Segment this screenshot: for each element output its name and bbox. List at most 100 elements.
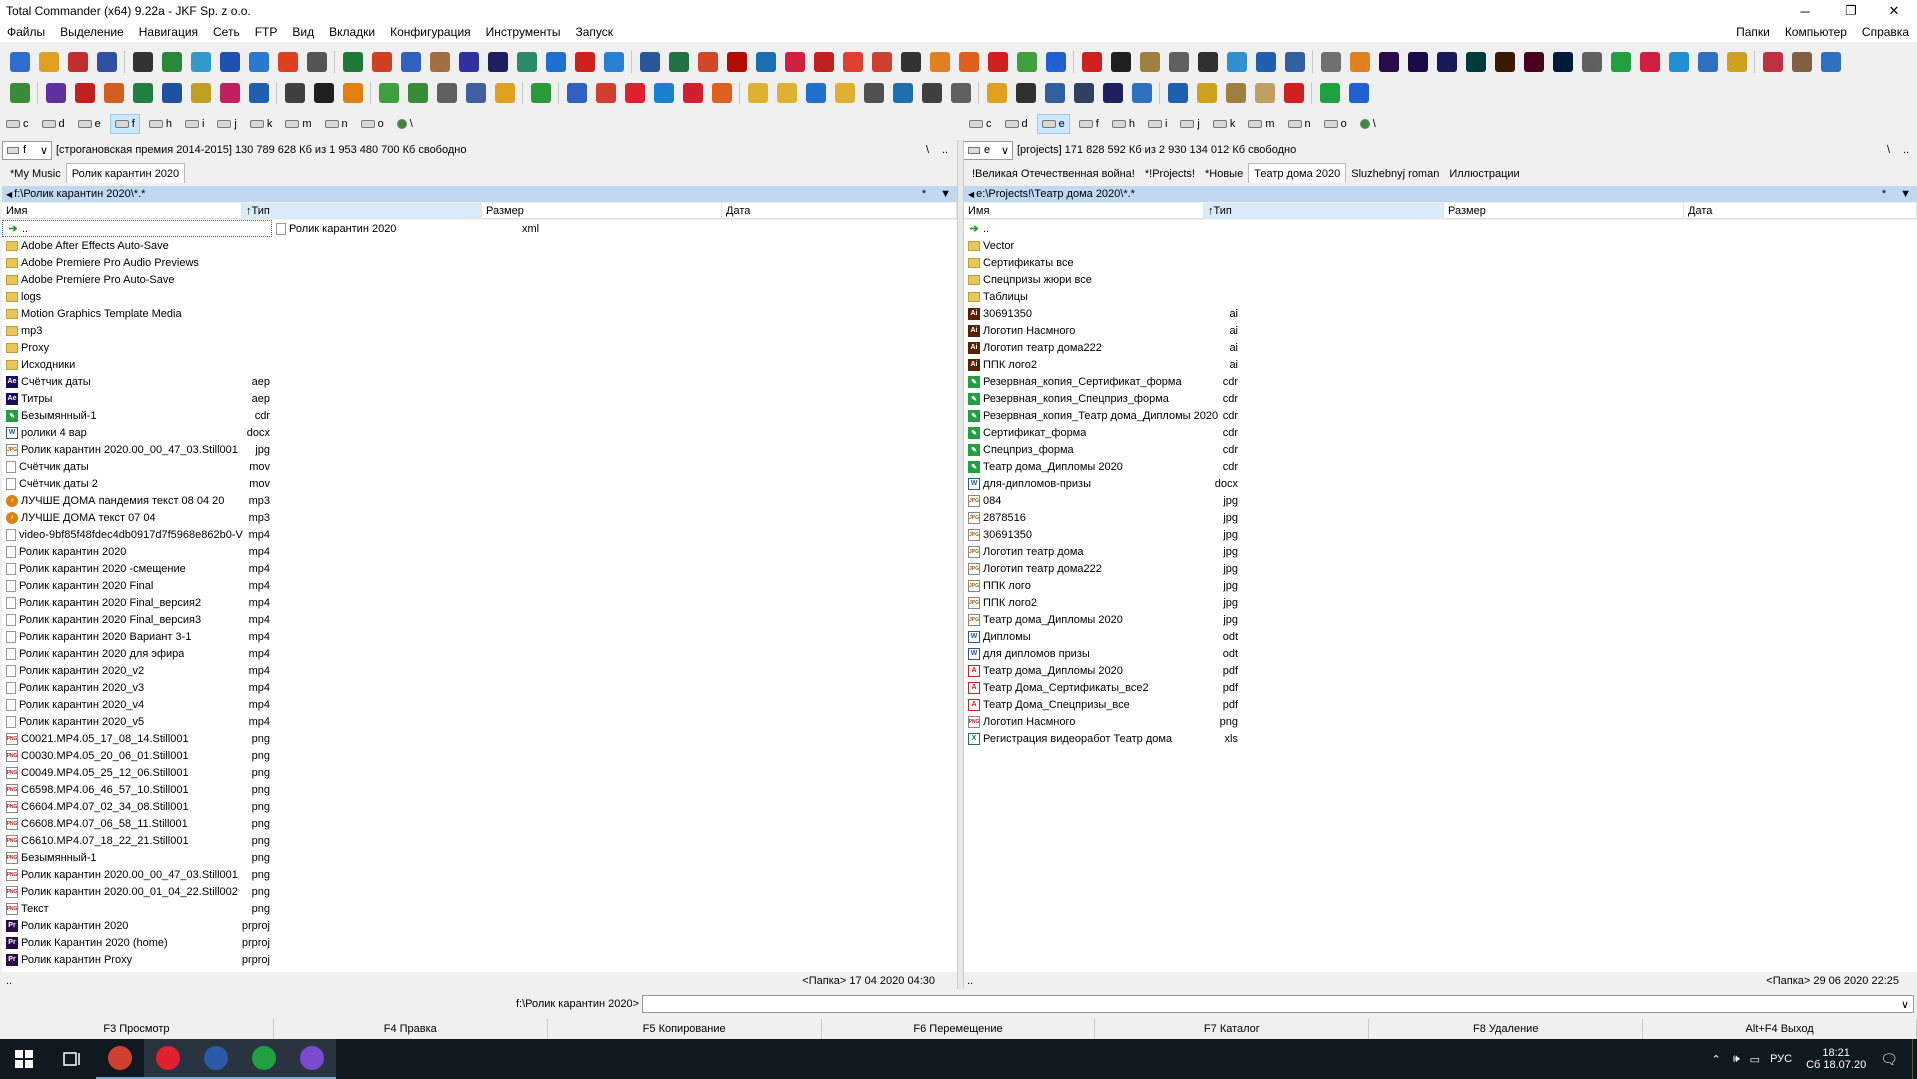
drive-button-n[interactable]: n bbox=[1284, 114, 1315, 134]
shield-dark-icon[interactable] bbox=[1103, 83, 1123, 103]
tab-5[interactable]: Иллюстрации bbox=[1444, 165, 1524, 183]
drive-button-e[interactable]: e bbox=[1036, 114, 1070, 134]
skype-icon[interactable] bbox=[1669, 52, 1689, 72]
left-drive-select[interactable]: f ∨ bbox=[2, 140, 52, 160]
minimize-button[interactable]: ─ bbox=[1782, 0, 1828, 22]
drive-button-j[interactable]: j bbox=[213, 114, 240, 134]
calendar-icon[interactable] bbox=[1045, 83, 1065, 103]
file-row[interactable]: JPG 2878516 jpg bbox=[964, 509, 1240, 526]
file-row[interactable]: Исходники bbox=[2, 356, 272, 373]
powerpoint-icon[interactable] bbox=[698, 52, 718, 72]
file-row[interactable]: Pr Ролик карантин Proxy prproj bbox=[2, 951, 272, 968]
file-row[interactable]: ✎ Резервная_копия_Спецприз_форма cdr bbox=[964, 390, 1240, 407]
tab-1[interactable]: *!Projects! bbox=[1140, 165, 1200, 183]
ie-icon[interactable] bbox=[654, 83, 674, 103]
excel-green-icon[interactable] bbox=[343, 52, 363, 72]
drive-button-n[interactable]: n bbox=[321, 114, 352, 134]
fkey-button[interactable]: F6 Перемещение bbox=[822, 1019, 1096, 1039]
file-row[interactable]: A Театр дома_Дипломы 2020 pdf bbox=[964, 662, 1240, 679]
menu-item[interactable]: Навигация bbox=[132, 25, 206, 39]
file-row[interactable]: Pr Ролик карантин 2020 prproj bbox=[2, 917, 272, 934]
drive-button-h[interactable]: h bbox=[145, 114, 176, 134]
map-icon[interactable] bbox=[10, 83, 30, 103]
calculator-icon[interactable] bbox=[1169, 52, 1189, 72]
left-file-list[interactable]: ➔.. Adobe After Effects Auto-Save Adobe Pr… bbox=[2, 220, 957, 972]
fkey-button[interactable]: F7 Каталог bbox=[1095, 1019, 1370, 1039]
file-row[interactable]: A Театр Дома_Сертификаты_все2 pdf bbox=[964, 679, 1240, 696]
premiere-icon[interactable] bbox=[1379, 52, 1399, 72]
earth-icon[interactable] bbox=[1227, 52, 1247, 72]
folder-tools-icon[interactable] bbox=[1698, 52, 1718, 72]
plus-icon[interactable] bbox=[1320, 83, 1340, 103]
ftp-icon[interactable] bbox=[191, 52, 211, 72]
drive-button-k[interactable]: k bbox=[1209, 114, 1240, 134]
photoshop-icon[interactable] bbox=[1553, 52, 1573, 72]
cmd-history-dropdown[interactable]: ∨ bbox=[1901, 998, 1909, 1011]
file-row[interactable]: Ролик карантин 2020_v3 mp4 bbox=[2, 679, 272, 696]
file-row[interactable]: ✎ Театр дома_Дипломы 2020 cdr bbox=[964, 458, 1240, 475]
chat-icon[interactable] bbox=[546, 52, 566, 72]
excel-icon[interactable] bbox=[669, 52, 689, 72]
firefox-icon[interactable] bbox=[959, 52, 979, 72]
chrome-2-icon[interactable] bbox=[596, 83, 616, 103]
file-row[interactable]: Спецпризы жюри все bbox=[964, 271, 1240, 288]
corel-icon[interactable] bbox=[1611, 52, 1631, 72]
firefox-2-icon[interactable] bbox=[712, 83, 732, 103]
file-row[interactable]: Ai ППК лого2 ai bbox=[964, 356, 1240, 373]
vivaldi-icon[interactable] bbox=[625, 83, 645, 103]
tab-3[interactable]: Театр дома 2020 bbox=[1248, 163, 1347, 183]
refresh-icon[interactable] bbox=[922, 83, 942, 103]
left-col-date[interactable]: Дата bbox=[722, 203, 957, 219]
fkey-button[interactable]: F4 Правка bbox=[274, 1019, 548, 1039]
file-row[interactable]: ➔.. bbox=[2, 220, 272, 237]
green-o-icon[interactable] bbox=[1017, 52, 1037, 72]
file-row[interactable]: X Регистрация видеоработ Театр дома xls bbox=[964, 730, 1240, 747]
left-col-size[interactable]: Размер bbox=[482, 203, 722, 219]
file-row[interactable]: mp3 bbox=[2, 322, 272, 339]
file-row[interactable]: Adobe After Effects Auto-Save bbox=[2, 237, 272, 254]
file-row[interactable]: JPG Логотип театр дома222 jpg bbox=[964, 560, 1240, 577]
clock[interactable]: 18:21 Сб 18.07.20 bbox=[1806, 1047, 1866, 1071]
ae-icon[interactable] bbox=[1437, 52, 1457, 72]
drive-button-e[interactable]: e bbox=[74, 114, 105, 134]
clipboard-icon[interactable] bbox=[604, 52, 624, 72]
video-icon[interactable] bbox=[575, 52, 595, 72]
settings-gear-icon[interactable] bbox=[10, 52, 30, 72]
file-row[interactable]: Ai Логотип Насмного ai bbox=[964, 322, 1240, 339]
mail-icon[interactable] bbox=[567, 83, 587, 103]
drive-button-i[interactable]: i bbox=[181, 114, 208, 134]
sync-icon[interactable] bbox=[372, 52, 392, 72]
badge-icon[interactable] bbox=[1132, 83, 1152, 103]
corel-taskbar-button[interactable] bbox=[240, 1039, 288, 1079]
evernote-icon[interactable] bbox=[531, 83, 551, 103]
opera-2-icon[interactable] bbox=[683, 83, 703, 103]
right-up-button[interactable]: .. bbox=[1903, 144, 1909, 156]
file-row[interactable]: Motion Graphics Template Media bbox=[2, 305, 272, 322]
folder-1-icon[interactable] bbox=[748, 83, 768, 103]
file-row[interactable]: Счётчик даты mov bbox=[2, 458, 272, 475]
file-row[interactable]: Ролик карантин 2020 mp4 bbox=[2, 543, 272, 560]
drive-button-network[interactable]: \ bbox=[1356, 114, 1380, 134]
menu-item[interactable]: Папки bbox=[1729, 25, 1778, 39]
pcb-icon[interactable] bbox=[459, 52, 479, 72]
inkscape-icon[interactable] bbox=[901, 52, 921, 72]
onedrive-icon[interactable] bbox=[806, 83, 826, 103]
drive-button-o[interactable]: o bbox=[357, 114, 388, 134]
list-icon[interactable] bbox=[408, 83, 428, 103]
file-row[interactable]: Ролик карантин 2020 Final_версия3 mp4 bbox=[2, 611, 272, 628]
vm-icon[interactable] bbox=[1582, 52, 1602, 72]
file-row[interactable]: video-9bf85f48fdec4db0917d7f5968e862b0-V… bbox=[2, 526, 272, 543]
drive-button-network[interactable]: \ bbox=[393, 114, 417, 134]
left-col-type[interactable]: ↑Тип bbox=[242, 203, 482, 219]
file-row[interactable]: PNG C6608.MP4.07_06_58_11.Still001 png bbox=[2, 815, 272, 832]
menu-item[interactable]: Файлы bbox=[0, 25, 53, 39]
menu-item[interactable]: FTP bbox=[248, 25, 286, 39]
file-row[interactable]: Ролик карантин 2020 для эфира mp4 bbox=[2, 645, 272, 662]
acrobat-icon[interactable] bbox=[727, 52, 747, 72]
checkbox-icon[interactable] bbox=[987, 83, 1007, 103]
file-row[interactable]: Ролик карантин 2020 Final_версия2 mp4 bbox=[2, 594, 272, 611]
filmstrip-icon[interactable] bbox=[1016, 83, 1036, 103]
file-row[interactable]: PNG Текст png bbox=[2, 900, 272, 917]
panel-splitter[interactable] bbox=[957, 140, 964, 989]
fkey-button[interactable]: F8 Удаление bbox=[1369, 1019, 1644, 1039]
